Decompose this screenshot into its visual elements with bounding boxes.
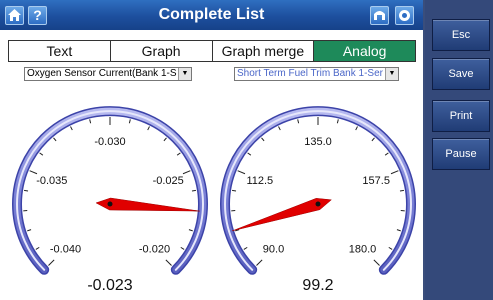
gauge-tick-label: -0.040 — [50, 244, 81, 256]
gauge-tick — [297, 119, 300, 124]
gauge-tick-label: 112.5 — [246, 175, 273, 187]
gauge-tick — [191, 189, 197, 192]
right-gauge: 90.0 112.5 135.0 157.5 180.0 99.2 — [220, 106, 416, 294]
pause-button[interactable]: Pause — [432, 138, 490, 170]
gauge-tick-label: 157.5 — [362, 175, 390, 187]
gauge-tick — [182, 170, 191, 175]
left-gauge: -0.040 -0.035 -0.030 -0.025 -0.020 -0.023 — [12, 106, 208, 294]
esc-button[interactable]: Esc — [432, 19, 490, 51]
gauge-tick — [355, 126, 358, 131]
gauge-tick — [384, 152, 389, 156]
gauge-pivot — [107, 201, 113, 207]
gauge-tick-label: -0.025 — [153, 175, 184, 187]
gauge-value-readout: -0.023 — [87, 277, 132, 294]
gauge-tick — [48, 259, 55, 266]
gauge-tick — [23, 189, 29, 192]
gauge-tick — [336, 119, 339, 124]
gauge-tick — [188, 229, 193, 232]
main-panel: Complete List ? Text Graph Graph merge A… — [0, 0, 423, 300]
gauge-value-readout: 99.2 — [302, 277, 333, 294]
gauge-tick — [243, 246, 248, 250]
gauge-ring — [221, 107, 415, 274]
gauge-tick — [147, 126, 150, 131]
gauge-tick — [89, 119, 92, 124]
gauge-tick-label: 135.0 — [304, 136, 332, 148]
gauge-tick — [247, 152, 252, 156]
gauge-pivot — [315, 201, 321, 207]
gauge-tick — [396, 229, 401, 232]
gauge-tick-label: 180.0 — [349, 244, 377, 256]
print-button[interactable]: Print — [432, 100, 490, 132]
gauge-tick — [231, 189, 237, 192]
gauge-tick — [373, 259, 380, 266]
gauge-tick — [371, 137, 375, 142]
gauge-tick — [388, 246, 393, 250]
gauge-tick-label: -0.020 — [139, 244, 170, 256]
gauge-tick — [390, 170, 399, 175]
gauge-tick — [176, 152, 181, 156]
gauge-tick-label: 90.0 — [263, 244, 284, 256]
gauge-area: -0.040 -0.035 -0.030 -0.025 -0.020 -0.023 90.… — [12, 106, 416, 294]
gauge-ring — [13, 107, 207, 274]
gauge-tick — [163, 137, 167, 142]
gauge-tick — [53, 137, 57, 142]
gauge-tick — [237, 170, 246, 175]
save-button[interactable]: Save — [432, 58, 490, 90]
gauge-tick — [39, 152, 44, 156]
gauge-tick — [29, 170, 38, 175]
gauge-tick — [399, 189, 405, 192]
sidebar: Esc Save Print Pause — [425, 0, 493, 300]
gauge-tick — [261, 137, 265, 142]
gauge-tick — [128, 119, 131, 124]
gauge-tick — [165, 259, 172, 266]
gauge-tick — [180, 246, 185, 250]
gauge-tick — [27, 229, 32, 232]
gauge-tick — [256, 259, 263, 266]
gauge-tick — [35, 246, 40, 250]
gauge-tick — [278, 126, 281, 131]
gauge-tick — [70, 126, 73, 131]
gauge-tick-label: -0.030 — [94, 136, 125, 148]
gauge-tick-label: -0.035 — [36, 175, 67, 187]
